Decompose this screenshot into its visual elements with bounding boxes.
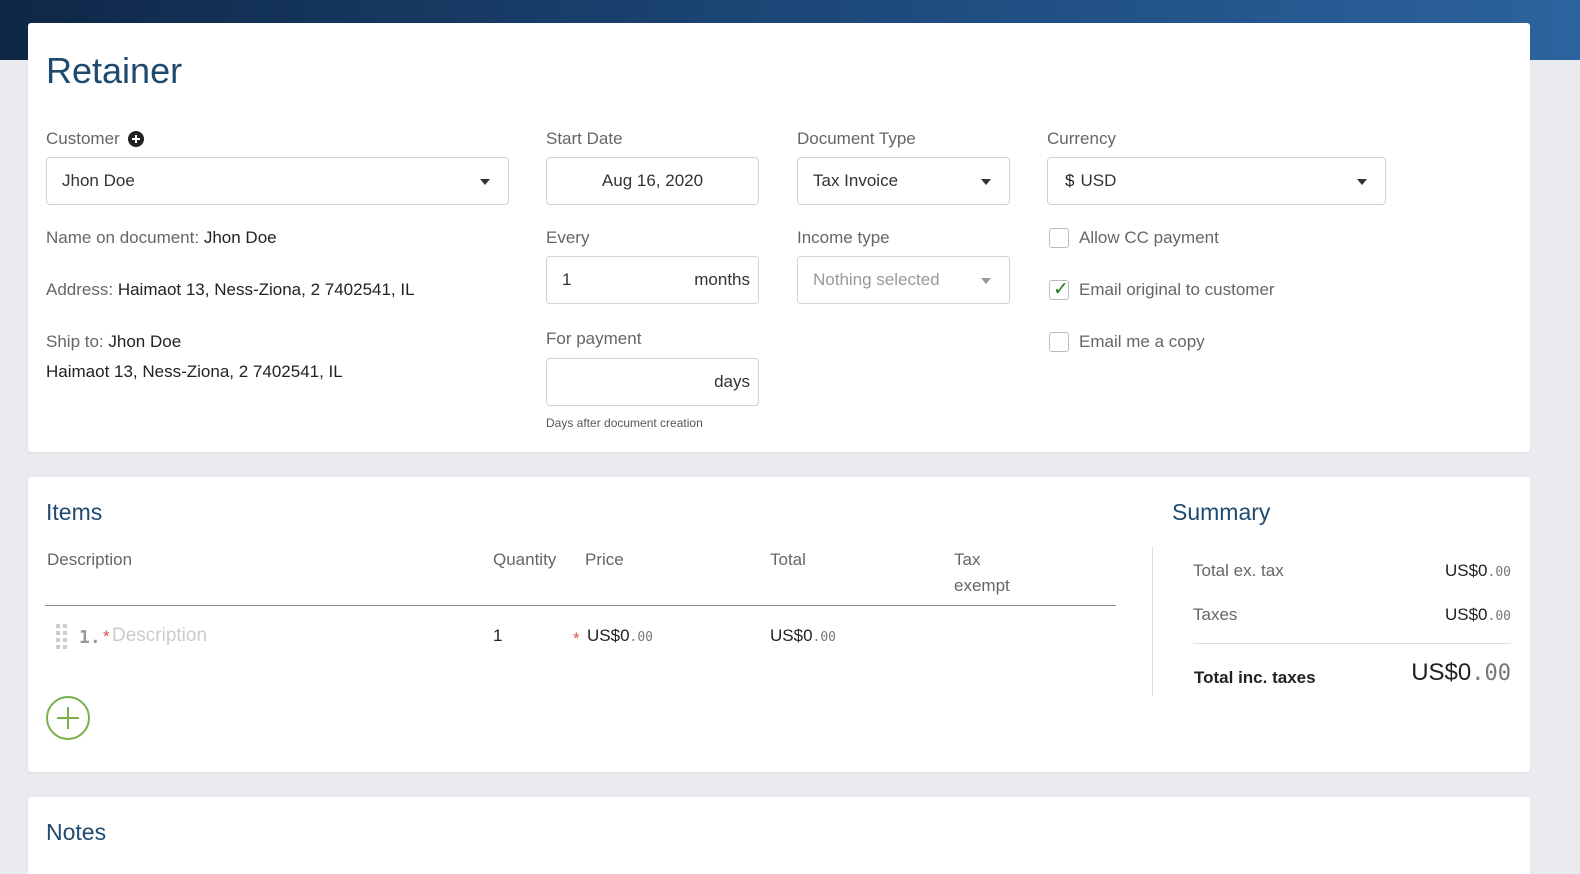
start-date-input[interactable]: Aug 16, 2020 <box>546 157 759 205</box>
for-payment-hint: Days after document creation <box>546 416 703 430</box>
income-type-select[interactable]: Nothing selected <box>797 256 1010 304</box>
checkmark-icon: ✓ <box>1053 278 1069 300</box>
col-total: Total <box>770 550 806 569</box>
income-type-placeholder: Nothing selected <box>813 270 940 289</box>
retainer-details-card: Retainer Customer Jhon Doe Name on docum… <box>28 23 1530 452</box>
document-type-label: Document Type <box>797 129 916 148</box>
item-price[interactable]: US$0.00 <box>587 626 653 646</box>
currency-label: Currency <box>1047 129 1116 148</box>
total-inc-taxes-label: Total inc. taxes <box>1194 668 1316 687</box>
chevron-down-icon <box>981 278 991 284</box>
for-payment-input[interactable]: days <box>546 358 759 406</box>
col-price: Price <box>585 550 624 569</box>
income-type-label: Income type <box>797 228 890 247</box>
ship-to-address: Haimaot 13, Ness-Ziona, 2 7402541, IL <box>46 362 343 381</box>
price-required-mark: * <box>573 629 580 648</box>
document-type-select[interactable]: Tax Invoice <box>797 157 1010 205</box>
page-title: Retainer <box>46 50 183 91</box>
item-quantity[interactable]: 1 <box>493 626 502 646</box>
customer-select-value: Jhon Doe <box>62 171 135 190</box>
customer-select[interactable]: Jhon Doe <box>46 157 509 205</box>
col-tax-exempt-line2: exempt <box>954 576 1010 595</box>
chevron-down-icon <box>1357 179 1367 185</box>
for-payment-label: For payment <box>546 329 642 348</box>
start-date-value: Aug 16, 2020 <box>601 171 704 190</box>
add-customer-icon[interactable] <box>128 131 144 147</box>
customer-address: Address: Haimaot 13, Ness-Ziona, 2 74025… <box>46 280 415 299</box>
customer-label: Customer <box>46 129 120 148</box>
ship-to: Ship to: Jhon Doe <box>46 332 182 351</box>
col-tax-exempt-line1: Tax <box>954 550 981 569</box>
notes-title: Notes <box>46 819 107 845</box>
for-payment-unit: days <box>714 372 750 391</box>
email-me-copy-checkbox[interactable] <box>1049 332 1069 352</box>
taxes-value: US$0.00 <box>1444 605 1511 624</box>
document-type-value: Tax Invoice <box>813 171 899 190</box>
name-on-document: Name on document: Jhon Doe <box>46 228 277 247</box>
every-label: Every <box>546 228 590 247</box>
chevron-down-icon <box>981 179 991 185</box>
summary-divider <box>1152 547 1153 696</box>
email-original-checkbox[interactable]: ✓ <box>1049 278 1069 300</box>
chevron-down-icon <box>480 179 490 185</box>
summary-title: Summary <box>1172 499 1271 525</box>
every-value: 1 <box>562 270 572 289</box>
currency-symbol: $ <box>1065 171 1075 190</box>
allow-cc-payment-checkbox[interactable] <box>1049 228 1069 248</box>
summary-total-divider <box>1193 643 1511 644</box>
item-description-input[interactable]: Description <box>112 625 207 647</box>
notes-card: Notes <box>28 797 1530 874</box>
currency-value: USD <box>1080 171 1117 190</box>
drag-handle-icon[interactable] <box>56 624 70 650</box>
table-row: 1. * Description 1 * US$0.00 US$0.00 <box>45 615 1116 659</box>
item-total: US$0.00 <box>770 626 837 645</box>
currency-select[interactable]: $ USD <box>1047 157 1386 205</box>
table-header-divider <box>45 605 1116 606</box>
col-description: Description <box>47 550 133 569</box>
total-ex-tax-value: US$0.00 <box>1444 561 1511 580</box>
every-unit: months <box>694 270 750 289</box>
email-original-label: Email original to customer <box>1079 280 1275 299</box>
taxes-label: Taxes <box>1193 605 1238 624</box>
start-date-label: Start Date <box>546 129 623 148</box>
required-mark: * <box>103 627 110 646</box>
total-ex-tax-label: Total ex. tax <box>1193 561 1284 580</box>
items-card: Items Description Quantity Price Total T… <box>28 477 1530 772</box>
col-quantity: Quantity <box>493 550 557 569</box>
items-title: Items <box>46 499 103 525</box>
every-input[interactable]: 1 months <box>546 256 759 304</box>
row-index: 1. <box>79 627 101 648</box>
email-me-copy-label: Email me a copy <box>1079 332 1205 351</box>
allow-cc-payment-label: Allow CC payment <box>1079 228 1219 247</box>
add-item-button[interactable] <box>46 696 90 740</box>
total-inc-taxes-value: US$0.00 <box>1411 659 1511 686</box>
